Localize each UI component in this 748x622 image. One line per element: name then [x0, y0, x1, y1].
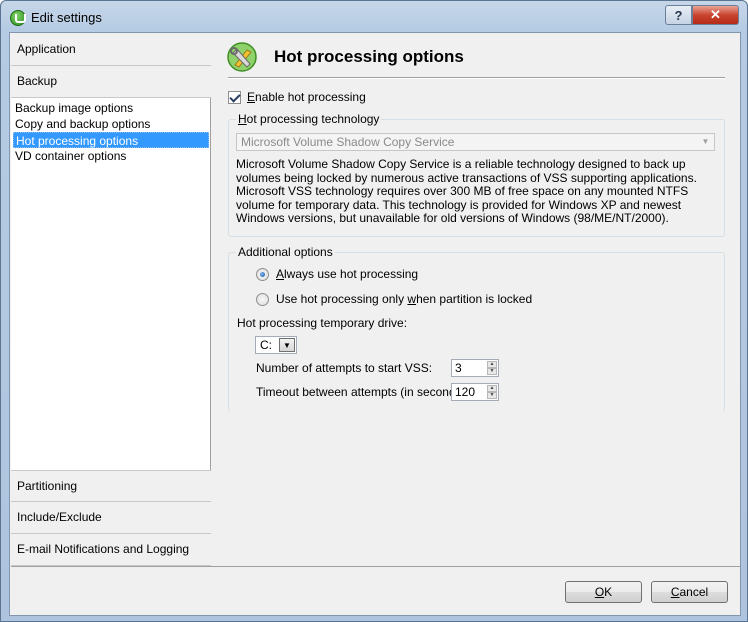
- nav-category-backup[interactable]: Backup: [11, 66, 211, 98]
- window-title: Edit settings: [31, 10, 102, 25]
- temporary-drive-value: C:: [260, 338, 272, 352]
- always-hot-processing-radio[interactable]: [256, 268, 269, 281]
- hot-processing-when-locked-radio[interactable]: [256, 293, 269, 306]
- help-button[interactable]: ?: [665, 5, 692, 25]
- close-button[interactable]: ✕: [692, 5, 739, 25]
- nav-category-label: E-mail Notifications and Logging: [17, 542, 190, 556]
- vss-attempts-stepper[interactable]: 3 ▲ ▼: [451, 359, 499, 377]
- nav-category-label: Backup: [17, 74, 58, 88]
- nav-item-copy-and-backup-options[interactable]: Copy and backup options: [13, 116, 209, 132]
- chevron-down-icon[interactable]: ▼: [279, 338, 295, 352]
- nav-item-hot-processing-options[interactable]: Hot processing options: [13, 132, 209, 148]
- close-icon: ✕: [710, 7, 721, 22]
- timeout-value[interactable]: 120: [455, 385, 475, 399]
- nav-category-label: Include/Exclude: [17, 510, 102, 524]
- nav-category-application[interactable]: Application: [11, 34, 211, 66]
- nav-item-vd-container-options[interactable]: VD container options: [13, 148, 209, 164]
- nav-category-partitioning[interactable]: Partitioning: [11, 470, 211, 502]
- chevron-down-icon: ▼: [701, 137, 710, 146]
- enable-hot-processing-checkbox[interactable]: [228, 91, 241, 104]
- stepper-down-icon[interactable]: ▼: [487, 392, 497, 399]
- technology-select: Microsoft Volume Shadow Copy Service ▼: [236, 133, 715, 151]
- wrench-tools-icon: [227, 42, 257, 72]
- stepper-down-icon[interactable]: ▼: [487, 368, 497, 375]
- page-title: Hot processing options: [274, 47, 464, 66]
- edit-settings-window: Edit settings ? ✕ Application Backup Bac…: [0, 0, 748, 622]
- temporary-drive-select[interactable]: C: ▼: [255, 336, 297, 354]
- dialog-client-area: Application Backup Backup image options …: [9, 32, 741, 616]
- nav-category-label: Partitioning: [17, 479, 78, 493]
- question-mark-icon: ?: [674, 7, 683, 23]
- temporary-drive-label: Hot processing temporary drive:: [237, 316, 408, 330]
- nav-item-label: Backup image options: [15, 101, 134, 115]
- header-divider: [228, 77, 725, 79]
- vss-attempts-label: Number of attempts to start VSS:: [256, 361, 433, 375]
- technology-select-value: Microsoft Volume Shadow Copy Service: [241, 135, 455, 149]
- timeout-stepper[interactable]: 120 ▲ ▼: [451, 383, 499, 401]
- cancel-button[interactable]: Cancel: [651, 581, 728, 603]
- nav-item-backup-image-options[interactable]: Backup image options: [13, 100, 209, 116]
- ok-button[interactable]: OK: [565, 581, 642, 603]
- stepper-buttons: ▲ ▼: [487, 361, 497, 375]
- vss-attempts-value[interactable]: 3: [455, 361, 462, 375]
- group-title: Additional options: [236, 245, 335, 259]
- nav-item-label: Copy and backup options: [15, 117, 151, 131]
- stepper-up-icon[interactable]: ▲: [487, 385, 497, 392]
- nav-category-include-exclude[interactable]: Include/Exclude: [11, 502, 211, 534]
- stepper-up-icon[interactable]: ▲: [487, 361, 497, 368]
- enable-hot-processing-label[interactable]: Enable hot processing: [247, 90, 366, 104]
- technology-description: Microsoft Volume Shadow Copy Service is …: [236, 157, 697, 225]
- timeout-label: Timeout between attempts (in seconds):: [256, 385, 469, 399]
- stepper-buttons: ▲ ▼: [487, 385, 497, 399]
- settings-navigation: Application Backup Backup image options …: [11, 34, 211, 566]
- title-bar[interactable]: Edit settings ? ✕: [1, 1, 747, 34]
- nav-item-label: VD container options: [15, 149, 127, 163]
- nav-item-label: Hot processing options: [16, 134, 139, 148]
- hot-processing-when-locked-label[interactable]: Use hot processing only when partition i…: [276, 292, 532, 306]
- app-logo-icon: [10, 10, 26, 26]
- always-hot-processing-label[interactable]: Always use hot processing: [276, 267, 418, 281]
- group-title: Hot processing technology: [236, 112, 382, 126]
- nav-category-email-notifications[interactable]: E-mail Notifications and Logging: [11, 534, 211, 566]
- nav-category-label: Application: [17, 42, 76, 56]
